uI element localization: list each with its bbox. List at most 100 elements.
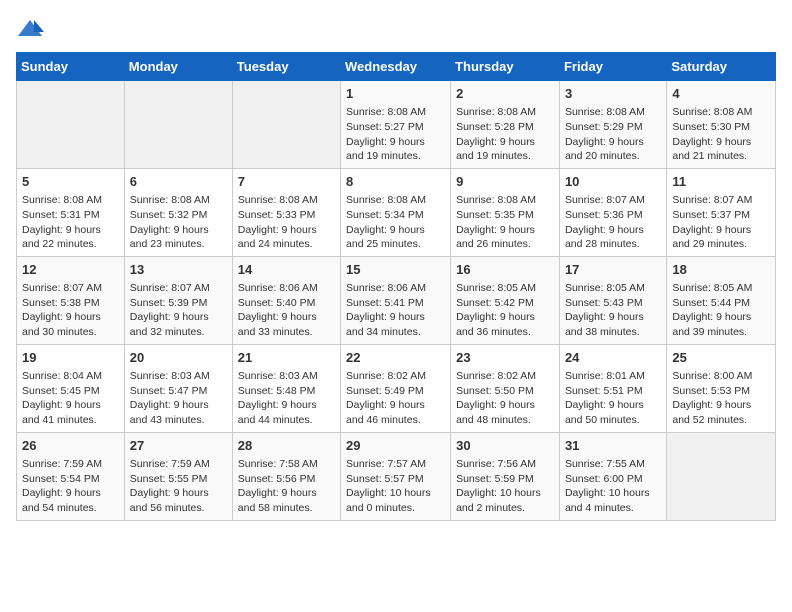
day-number: 19 — [22, 349, 119, 367]
day-number: 24 — [565, 349, 661, 367]
weekday-header: Friday — [559, 53, 666, 81]
calendar-table: SundayMondayTuesdayWednesdayThursdayFrid… — [16, 52, 776, 521]
weekday-header: Wednesday — [341, 53, 451, 81]
cell-content: Sunrise: 7:55 AMSunset: 6:00 PMDaylight:… — [565, 457, 661, 516]
calendar-cell: 8 Sunrise: 8:08 AMSunset: 5:34 PMDaylight… — [341, 168, 451, 256]
calendar-cell: 30Sunrise: 7:56 AMSunset: 5:59 PMDayligh… — [451, 432, 560, 520]
cell-content: Sunrise: 8:08 AMSunset: 5:31 PMDaylight:… — [22, 193, 119, 252]
day-number: 11 — [672, 173, 770, 191]
cell-content: Sunrise: 8:08 AMSunset: 5:32 PMDaylight:… — [130, 193, 227, 252]
calendar-cell: 6Sunrise: 8:08 AMSunset: 5:32 PMDaylight… — [124, 168, 232, 256]
calendar-cell: 23 Sunrise: 8:02 AMSunset: 5:50 PMDayligh… — [451, 344, 560, 432]
logo-icon — [16, 16, 44, 44]
cell-content: Sunrise: 8:00 AMSunset: 5:53 PMDaylight:… — [672, 369, 770, 428]
calendar-cell: 18 Sunrise: 8:05 AMSunset: 5:44 PMDayligh… — [667, 256, 776, 344]
cell-content: Sunrise: 8:02 AMSunset: 5:50 PMDaylight:… — [456, 369, 554, 428]
calendar-cell: 25 Sunrise: 8:00 AMSunset: 5:53 PMDayligh… — [667, 344, 776, 432]
calendar-cell: 9 Sunrise: 8:08 AMSunset: 5:35 PMDaylight… — [451, 168, 560, 256]
cell-content: Sunrise: 8:08 AMSunset: 5:33 PMDaylight:… — [238, 193, 335, 252]
day-number: 20 — [130, 349, 227, 367]
cell-content: Sunrise: 8:07 AMSunset: 5:37 PMDaylight:… — [672, 193, 770, 252]
calendar-cell: 29 Sunrise: 7:57 AMSunset: 5:57 PMDayligh… — [341, 432, 451, 520]
day-number: 9 — [456, 173, 554, 191]
calendar-cell: 21 Sunrise: 8:03 AMSunset: 5:48 PMDayligh… — [232, 344, 340, 432]
calendar-week-row: 5 Sunrise: 8:08 AMSunset: 5:31 PMDaylight… — [17, 168, 776, 256]
calendar-header: SundayMondayTuesdayWednesdayThursdayFrid… — [17, 53, 776, 81]
day-number: 29 — [346, 437, 445, 455]
calendar-cell: 31 Sunrise: 7:55 AMSunset: 6:00 PMDayligh… — [559, 432, 666, 520]
calendar-cell — [667, 432, 776, 520]
day-number: 7 — [238, 173, 335, 191]
day-number: 28 — [238, 437, 335, 455]
cell-content: Sunrise: 8:08 AMSunset: 5:29 PMDaylight:… — [565, 105, 661, 164]
calendar-cell: 13 Sunrise: 8:07 AMSunset: 5:39 PMDayligh… — [124, 256, 232, 344]
calendar-cell: 10 Sunrise: 8:07 AMSunset: 5:36 PMDayligh… — [559, 168, 666, 256]
calendar-cell: 26 Sunrise: 7:59 AMSunset: 5:54 PMDayligh… — [17, 432, 125, 520]
calendar-week-row: 1 Sunrise: 8:08 AMSunset: 5:27 PMDaylight… — [17, 81, 776, 169]
day-number: 22 — [346, 349, 445, 367]
calendar-cell: 22 Sunrise: 8:02 AMSunset: 5:49 PMDayligh… — [341, 344, 451, 432]
day-number: 3 — [565, 85, 661, 103]
cell-content: Sunrise: 8:07 AMSunset: 5:36 PMDaylight:… — [565, 193, 661, 252]
calendar-week-row: 12 Sunrise: 8:07 AMSunset: 5:38 PMDayligh… — [17, 256, 776, 344]
cell-content: Sunrise: 8:08 AMSunset: 5:27 PMDaylight:… — [346, 105, 445, 164]
day-number: 5 — [22, 173, 119, 191]
cell-content: Sunrise: 8:08 AMSunset: 5:34 PMDaylight:… — [346, 193, 445, 252]
calendar-cell: 15 Sunrise: 8:06 AMSunset: 5:41 PMDayligh… — [341, 256, 451, 344]
calendar-cell: 12 Sunrise: 8:07 AMSunset: 5:38 PMDayligh… — [17, 256, 125, 344]
day-number: 23 — [456, 349, 554, 367]
cell-content: Sunrise: 8:07 AMSunset: 5:39 PMDaylight:… — [130, 281, 227, 340]
cell-content: Sunrise: 8:08 AMSunset: 5:35 PMDaylight:… — [456, 193, 554, 252]
day-number: 21 — [238, 349, 335, 367]
day-number: 26 — [22, 437, 119, 455]
day-number: 31 — [565, 437, 661, 455]
calendar-cell: 28 Sunrise: 7:58 AMSunset: 5:56 PMDayligh… — [232, 432, 340, 520]
calendar-cell: 16Sunrise: 8:05 AMSunset: 5:42 PMDayligh… — [451, 256, 560, 344]
day-number: 25 — [672, 349, 770, 367]
day-number: 12 — [22, 261, 119, 279]
cell-content: Sunrise: 8:05 AMSunset: 5:43 PMDaylight:… — [565, 281, 661, 340]
calendar-cell: 20 Sunrise: 8:03 AMSunset: 5:47 PMDayligh… — [124, 344, 232, 432]
calendar-cell: 11 Sunrise: 8:07 AMSunset: 5:37 PMDayligh… — [667, 168, 776, 256]
day-number: 1 — [346, 85, 445, 103]
cell-content: Sunrise: 8:08 AMSunset: 5:30 PMDaylight:… — [672, 105, 770, 164]
calendar-week-row: 19Sunrise: 8:04 AMSunset: 5:45 PMDayligh… — [17, 344, 776, 432]
day-number: 18 — [672, 261, 770, 279]
calendar-cell — [17, 81, 125, 169]
calendar-cell — [124, 81, 232, 169]
calendar-cell: 2Sunrise: 8:08 AMSunset: 5:28 PMDaylight… — [451, 81, 560, 169]
calendar-cell: 4Sunrise: 8:08 AMSunset: 5:30 PMDaylight… — [667, 81, 776, 169]
calendar-cell: 5 Sunrise: 8:08 AMSunset: 5:31 PMDaylight… — [17, 168, 125, 256]
day-number: 17 — [565, 261, 661, 279]
calendar-cell: 14 Sunrise: 8:06 AMSunset: 5:40 PMDayligh… — [232, 256, 340, 344]
cell-content: Sunrise: 8:02 AMSunset: 5:49 PMDaylight:… — [346, 369, 445, 428]
day-number: 2 — [456, 85, 554, 103]
weekday-header: Thursday — [451, 53, 560, 81]
cell-content: Sunrise: 8:03 AMSunset: 5:47 PMDaylight:… — [130, 369, 227, 428]
day-number: 13 — [130, 261, 227, 279]
calendar-cell: 3 Sunrise: 8:08 AMSunset: 5:29 PMDaylight… — [559, 81, 666, 169]
day-number: 15 — [346, 261, 445, 279]
page-header — [16, 16, 776, 44]
cell-content: Sunrise: 8:06 AMSunset: 5:41 PMDaylight:… — [346, 281, 445, 340]
cell-content: Sunrise: 8:07 AMSunset: 5:38 PMDaylight:… — [22, 281, 119, 340]
cell-content: Sunrise: 7:58 AMSunset: 5:56 PMDaylight:… — [238, 457, 335, 516]
cell-content: Sunrise: 7:57 AMSunset: 5:57 PMDaylight:… — [346, 457, 445, 516]
day-number: 8 — [346, 173, 445, 191]
calendar-week-row: 26 Sunrise: 7:59 AMSunset: 5:54 PMDayligh… — [17, 432, 776, 520]
logo — [16, 16, 48, 44]
calendar-cell: 17 Sunrise: 8:05 AMSunset: 5:43 PMDayligh… — [559, 256, 666, 344]
cell-content: Sunrise: 8:05 AMSunset: 5:42 PMDaylight:… — [456, 281, 554, 340]
calendar-cell: 1 Sunrise: 8:08 AMSunset: 5:27 PMDaylight… — [341, 81, 451, 169]
cell-content: Sunrise: 8:03 AMSunset: 5:48 PMDaylight:… — [238, 369, 335, 428]
day-number: 30 — [456, 437, 554, 455]
cell-content: Sunrise: 8:01 AMSunset: 5:51 PMDaylight:… — [565, 369, 661, 428]
calendar-cell: 19Sunrise: 8:04 AMSunset: 5:45 PMDayligh… — [17, 344, 125, 432]
weekday-header: Saturday — [667, 53, 776, 81]
cell-content: Sunrise: 7:59 AMSunset: 5:54 PMDaylight:… — [22, 457, 119, 516]
day-number: 14 — [238, 261, 335, 279]
cell-content: Sunrise: 7:59 AMSunset: 5:55 PMDaylight:… — [130, 457, 227, 516]
cell-content: Sunrise: 8:05 AMSunset: 5:44 PMDaylight:… — [672, 281, 770, 340]
cell-content: Sunrise: 8:06 AMSunset: 5:40 PMDaylight:… — [238, 281, 335, 340]
day-number: 10 — [565, 173, 661, 191]
